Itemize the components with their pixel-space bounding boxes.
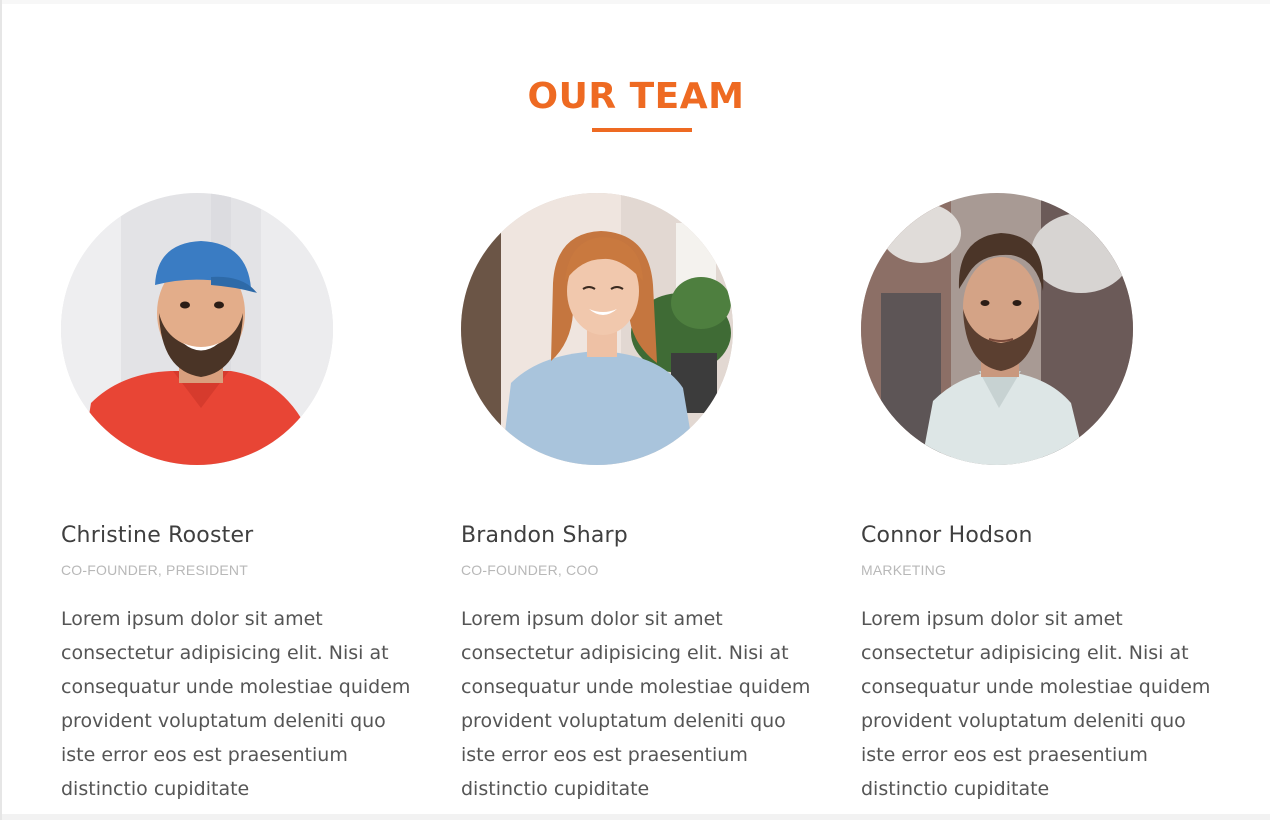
team-member-card: Brandon Sharp CO-FOUNDER, COO Lorem ipsu… <box>461 193 821 806</box>
member-photo-illustration <box>861 193 1133 465</box>
section-title: OUR TEAM <box>527 76 745 117</box>
team-member-card: Connor Hodson MARKETING Lorem ipsum dolo… <box>861 193 1221 806</box>
member-role: CO-FOUNDER, COO <box>461 562 599 578</box>
title-underline <box>592 128 692 132</box>
team-page: OUR TEAM Christine Rooster CO-FOUNDER, P… <box>0 0 1270 820</box>
member-bio: Lorem ipsum dolor sit amet consectetur a… <box>61 608 411 800</box>
member-bio: Lorem ipsum dolor sit amet consectetur a… <box>861 608 1211 800</box>
member-name: Christine Rooster <box>61 523 254 548</box>
top-strip <box>2 0 1270 4</box>
member-photo <box>861 193 1133 465</box>
member-photo <box>61 193 333 465</box>
member-photo-illustration <box>61 193 333 465</box>
member-bio: Lorem ipsum dolor sit amet consectetur a… <box>461 608 811 800</box>
team-member-card: Christine Rooster CO-FOUNDER, PRESIDENT … <box>61 193 421 806</box>
member-photo <box>461 193 733 465</box>
bottom-strip <box>2 814 1270 820</box>
member-role: CO-FOUNDER, PRESIDENT <box>61 562 248 578</box>
member-name: Brandon Sharp <box>461 523 628 548</box>
member-name: Connor Hodson <box>861 523 1033 548</box>
member-photo-illustration <box>461 193 733 465</box>
member-role: MARKETING <box>861 562 947 578</box>
